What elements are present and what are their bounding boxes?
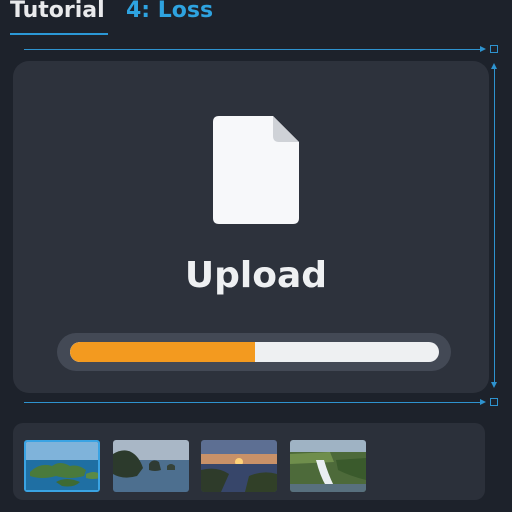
- tab-bar: Tutorial 4: Loss: [0, 0, 512, 36]
- resize-handle-icon[interactable]: [490, 45, 498, 53]
- bottom-width-guide: [24, 402, 483, 403]
- resize-handle-icon[interactable]: [490, 398, 498, 406]
- thumbnail-rock-island-sea[interactable]: [113, 440, 189, 492]
- arrow-vertical-icon: [491, 382, 497, 388]
- file-icon: [213, 116, 299, 224]
- arrow-right-icon: [480, 46, 486, 52]
- top-width-guide: [24, 49, 483, 50]
- thumbnail-waterfall-cliff[interactable]: [290, 440, 366, 492]
- active-tab-indicator: [10, 33, 108, 35]
- thumbnail-coastal-islands[interactable]: [24, 440, 100, 492]
- right-height-guide: [494, 66, 495, 386]
- upload-progress-bar: [70, 342, 439, 362]
- tab-loss[interactable]: 4: Loss: [126, 0, 213, 24]
- arrow-right-icon: [480, 399, 486, 405]
- thumbnail-sunset-bay[interactable]: [201, 440, 277, 492]
- upload-label: Upload: [184, 255, 328, 296]
- progress-fill: [70, 342, 255, 362]
- tab-tutorial[interactable]: Tutorial: [10, 0, 105, 24]
- arrow-vertical-icon: [491, 63, 497, 69]
